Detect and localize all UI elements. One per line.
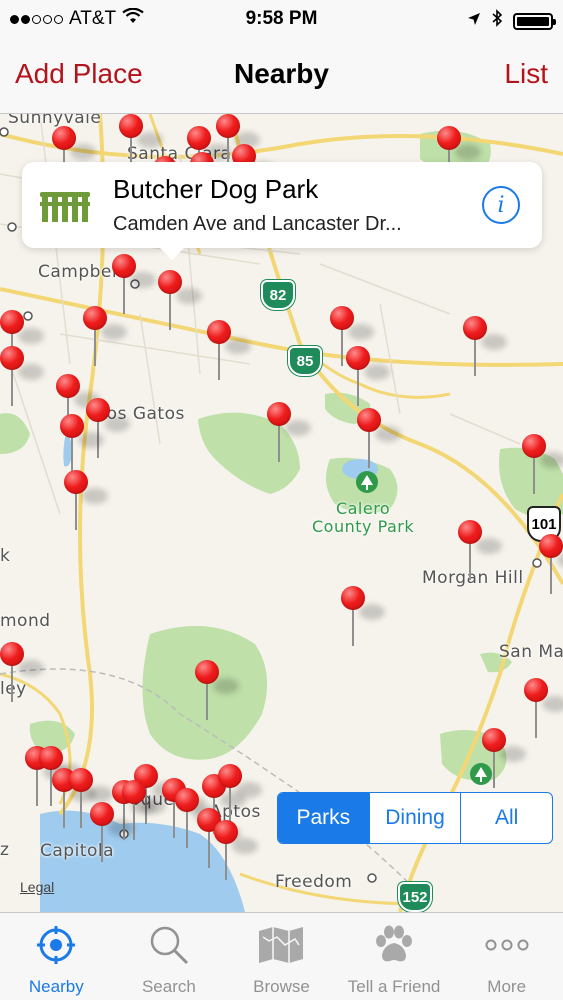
- callout-subtitle: Camden Ave and Lancaster Dr...: [113, 213, 402, 235]
- tab-nearby[interactable]: Nearby: [0, 913, 113, 1000]
- map-pin[interactable]: [524, 678, 563, 738]
- map-pin[interactable]: [522, 434, 563, 494]
- map-pin[interactable]: [463, 316, 507, 376]
- map-pin[interactable]: [341, 586, 385, 646]
- legal-link[interactable]: Legal: [20, 879, 54, 895]
- map-pin[interactable]: [539, 534, 563, 594]
- park-label-line2: County Park: [312, 517, 415, 536]
- map-icon: [256, 923, 306, 967]
- park-label-line1: Calero: [335, 499, 391, 518]
- magnifier-icon: [144, 923, 194, 967]
- map-pin[interactable]: [207, 320, 251, 380]
- highway-82-shield: 82: [261, 280, 295, 310]
- tab-label-browse: Browse: [253, 977, 310, 996]
- map-pin[interactable]: [458, 520, 502, 580]
- highway-85-shield: 85: [288, 346, 322, 376]
- map-pin[interactable]: [482, 728, 526, 788]
- map-pin[interactable]: [64, 470, 108, 530]
- crosshair-icon: [31, 923, 81, 967]
- more-dots-icon: [482, 923, 532, 967]
- map-label-campbell: Campbell: [38, 262, 123, 282]
- map-pin[interactable]: [86, 398, 130, 458]
- callout-title: Butcher Dog Park: [113, 174, 319, 204]
- map-label-freedom: Freedom: [275, 872, 353, 892]
- place-callout[interactable]: Butcher Dog Park Camden Ave and Lancaste…: [22, 162, 542, 260]
- tab-label-nearby: Nearby: [28, 977, 84, 996]
- filter-segmented-control: Parks Dining All: [277, 792, 553, 844]
- status-right: [467, 9, 556, 33]
- info-icon[interactable]: i: [482, 186, 520, 224]
- filter-parks[interactable]: Parks: [278, 793, 370, 843]
- paw-icon: [369, 923, 419, 967]
- map-label-richmond: mond: [0, 611, 51, 631]
- tab-tell-a-friend[interactable]: Tell a Friend: [338, 913, 451, 1000]
- map-pin[interactable]: [267, 402, 311, 462]
- map-pin[interactable]: [83, 306, 127, 366]
- map-pin[interactable]: [357, 408, 401, 468]
- tab-search[interactable]: Search: [113, 913, 226, 1000]
- park-fence-icon: [38, 188, 92, 224]
- map-pin[interactable]: [218, 764, 262, 824]
- app: AT&T 9:58 PM Add Place Nearby List Sunny…: [0, 0, 563, 1000]
- map-pin[interactable]: [214, 820, 258, 880]
- tab-browse[interactable]: Browse: [225, 913, 338, 1000]
- tab-bar: Nearby Search Browse Tell a Friend More: [0, 912, 563, 1000]
- park-label-calero: Calero County Park: [312, 500, 414, 536]
- map-view[interactable]: Sunnyvale Santa Clara Campbell Los Gatos…: [0, 114, 563, 912]
- tab-label-tell-a-friend: Tell a Friend: [347, 977, 441, 996]
- tab-label-more: More: [487, 977, 527, 996]
- map-pin[interactable]: [90, 802, 134, 862]
- filter-dining[interactable]: Dining: [370, 793, 462, 843]
- highway-152-shield: 152: [398, 882, 432, 912]
- battery-icon: [513, 12, 556, 30]
- map-pin[interactable]: [158, 270, 202, 330]
- navigation-bar: Add Place Nearby List: [0, 38, 563, 114]
- map-pin[interactable]: [195, 660, 239, 720]
- map-pin[interactable]: [60, 414, 104, 474]
- map-label-san-martin: San Ma: [499, 642, 563, 662]
- map-label-k: k: [0, 546, 11, 566]
- map-pin[interactable]: [175, 788, 219, 848]
- page-title: Nearby: [234, 58, 329, 89]
- map-pin[interactable]: [0, 642, 44, 702]
- tab-more[interactable]: More: [450, 913, 563, 1000]
- status-bar: AT&T 9:58 PM: [0, 0, 563, 38]
- tab-label-search: Search: [141, 977, 196, 996]
- filter-all[interactable]: All: [461, 793, 552, 843]
- map-pin[interactable]: [346, 346, 390, 406]
- map-label-z: z: [0, 840, 10, 860]
- list-button[interactable]: List: [504, 58, 548, 90]
- map-pin[interactable]: [112, 254, 156, 314]
- bluetooth-icon: [491, 9, 503, 33]
- map-pin[interactable]: [0, 346, 44, 406]
- location-arrow-icon: [467, 10, 481, 32]
